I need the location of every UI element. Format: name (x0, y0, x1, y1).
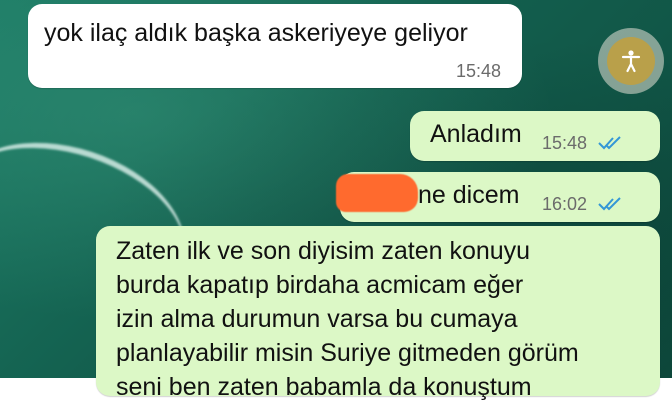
message-line: Zaten ilk ve son diyisim zaten konuyu (116, 237, 531, 265)
message-bubble-outgoing[interactable]: Zaten ilk ve son diyisim zaten konuyu bu… (96, 226, 660, 401)
message-bubble-incoming[interactable]: yok ilaç aldık başka askeriyeye geliyor … (28, 4, 522, 88)
message-line: izin alma durumun varsa bu cumaya (116, 305, 518, 333)
message-text: Anladım (430, 120, 522, 148)
message-bubble-outgoing[interactable]: ne dicem 16:02 (336, 172, 660, 222)
accessibility-button-inner (607, 37, 655, 85)
message-text: Zaten ilk ve son diyisim zaten konuyu bu… (116, 234, 656, 404)
message-bubble-outgoing[interactable]: Anladım 15:48 (410, 111, 660, 161)
message-line: seni ben zaten babamla da konuştum (116, 373, 532, 401)
message-line: burda kapatıp birdaha acmicam eğer (116, 271, 524, 299)
message-time: 16:02 (542, 194, 588, 214)
message-line: planlayabilir misin Suriye gitmeden görü… (116, 339, 579, 367)
message-text: ne dicem (418, 181, 520, 209)
message-time: 15:48 (456, 61, 502, 81)
message-text: yok ilaç aldık başka askeriyeye geliyor (44, 19, 468, 47)
accessibility-button[interactable] (598, 28, 664, 94)
message-time: 15:48 (542, 133, 588, 153)
double-check-icon (598, 197, 621, 211)
redaction-mark (336, 174, 418, 212)
accessibility-person-icon (621, 50, 641, 73)
double-check-icon (598, 136, 621, 150)
